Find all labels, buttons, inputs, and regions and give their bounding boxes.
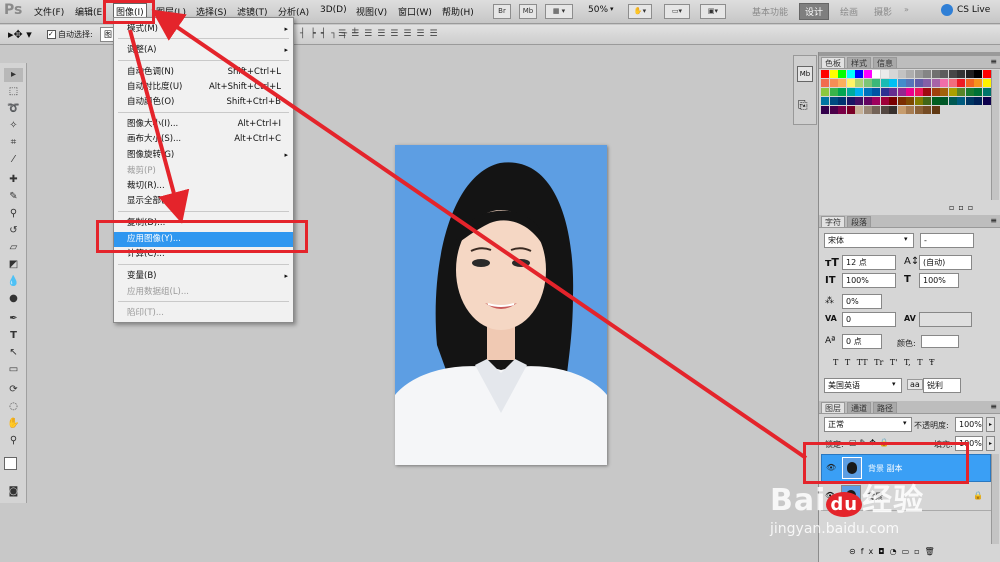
watermark-url: jingyan.baidu.com xyxy=(770,521,900,537)
watermark-tail: 经验 xyxy=(862,483,925,518)
arrow-to-apply-image xyxy=(128,29,190,224)
paw-logo-icon: du xyxy=(826,492,863,517)
watermark-brand: Bai xyxy=(770,483,827,518)
arrow-to-image-menu xyxy=(151,9,808,460)
baidu-watermark: Bai du 经验 jingyan.baidu.com xyxy=(770,475,924,537)
